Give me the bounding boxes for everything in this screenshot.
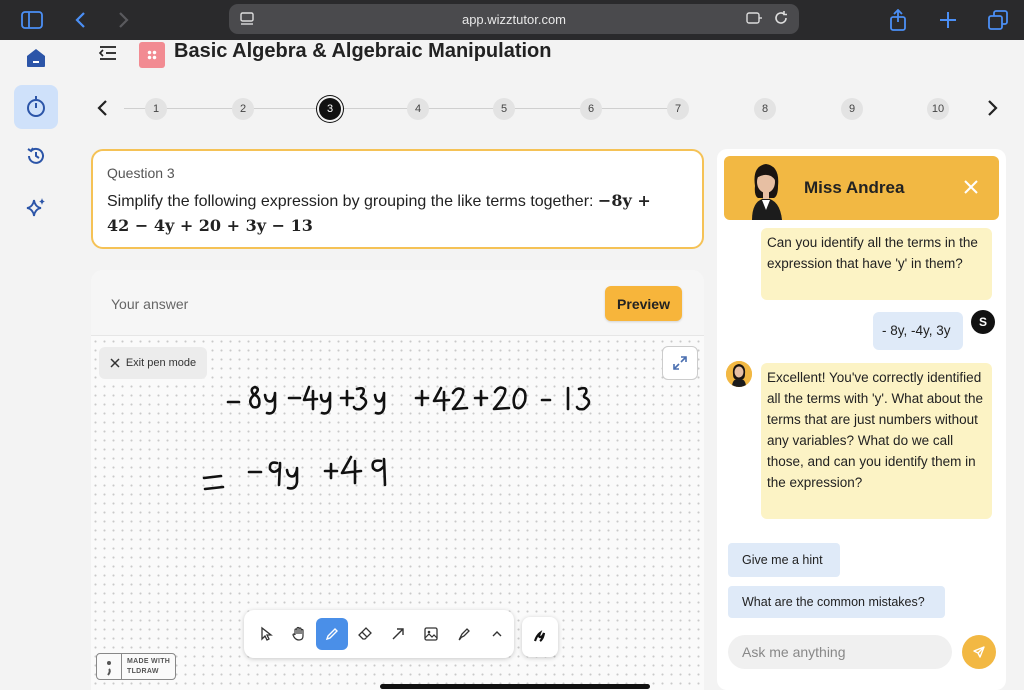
drawing-canvas[interactable]: Exit pen mode MADE WITH TLDRAW: [91, 337, 704, 690]
tutor-avatar: [738, 156, 794, 220]
tutor-small-avatar: [726, 361, 752, 387]
reader-icon[interactable]: [239, 11, 255, 30]
mistakes-suggestion-button[interactable]: What are the common mistakes?: [728, 586, 945, 618]
eraser-icon: [358, 627, 372, 640]
prev-question-icon[interactable]: [96, 98, 108, 124]
history-button[interactable]: [14, 134, 58, 178]
tabs-overview-icon[interactable]: [986, 8, 1010, 32]
question-prompt: Simplify the following expression by gro…: [107, 193, 594, 210]
step-4[interactable]: 4: [407, 98, 429, 120]
more-tools-button[interactable]: [481, 618, 513, 650]
tutor-message-2: Excellent! You've correctly identified a…: [761, 363, 992, 519]
tutor-chat-panel: Miss Andrea Can you identify all the ter…: [717, 149, 1006, 690]
question-expression-part1: −8y +: [597, 191, 651, 210]
question-text: Simplify the following expression by gro…: [107, 189, 688, 239]
eraser-tool-button[interactable]: [349, 618, 381, 650]
stroke-style-button[interactable]: [522, 617, 558, 657]
extension-icon[interactable]: [745, 10, 763, 29]
chevron-up-icon: [492, 631, 502, 637]
question-expression-part2: 42 − 4y + 20 + 3y − 13: [107, 216, 313, 235]
home-indicator: [380, 684, 650, 689]
cursor-icon: [261, 626, 273, 641]
home-icon: [27, 49, 45, 67]
sparkle-icon: [26, 198, 45, 217]
lesson-title: Basic Algebra & Algebraic Manipulation: [174, 40, 552, 62]
step-6[interactable]: 6: [580, 98, 602, 120]
user-message-1-text: - 8y, -4y, 3y: [882, 323, 951, 338]
timer-icon: [27, 96, 45, 117]
lesson-header: Basic Algebra & Algebraic Manipulation: [90, 40, 710, 70]
collapse-menu-icon[interactable]: [98, 44, 118, 67]
tutor-message-1: Can you identify all the terms in the ex…: [761, 228, 992, 300]
chat-header: Miss Andrea: [724, 156, 999, 220]
address-bar[interactable]: app.wizztutor.com: [229, 4, 799, 34]
practice-button[interactable]: [14, 85, 58, 129]
tldraw-badge[interactable]: MADE WITH TLDRAW: [96, 653, 176, 680]
hand-icon: [292, 626, 304, 641]
question-card: Question 3 Simplify the following expres…: [91, 149, 704, 249]
user-avatar: S: [971, 310, 995, 334]
lesson-icon: [139, 42, 165, 68]
answer-panel: Your answer Preview Exit pen mode MADE W…: [91, 270, 704, 690]
highlighter-icon: [458, 628, 470, 641]
share-icon[interactable]: [886, 8, 910, 32]
handwritten-answer: [202, 385, 591, 491]
send-button[interactable]: [962, 635, 996, 669]
app-sidebar: [0, 40, 70, 690]
new-tab-icon[interactable]: [936, 8, 960, 32]
forward-icon[interactable]: [112, 8, 136, 32]
next-question-icon[interactable]: [987, 98, 999, 124]
step-2[interactable]: 2: [232, 98, 254, 120]
chat-input[interactable]: [728, 635, 952, 669]
drawing-toolbar: [244, 610, 514, 658]
step-9[interactable]: 9: [841, 98, 863, 120]
tldraw-text: MADE WITH TLDRAW: [122, 657, 170, 677]
step-7[interactable]: 7: [667, 98, 689, 120]
tutor-name: Miss Andrea: [804, 178, 905, 197]
tldraw-line1: MADE WITH: [127, 657, 171, 665]
sidebar-toggle-icon[interactable]: [20, 8, 44, 32]
url-text: app.wizztutor.com: [461, 11, 567, 27]
tutor-message-2-text: Excellent! You've correctly identified a…: [767, 370, 983, 490]
history-icon: [27, 147, 44, 164]
scribble-icon: [533, 630, 546, 642]
hand-tool-button[interactable]: [283, 618, 315, 650]
pen-tool-button[interactable]: [316, 618, 348, 650]
step-1[interactable]: 1: [145, 98, 167, 120]
user-message-1: - 8y, -4y, 3y: [873, 312, 963, 350]
image-icon: [424, 627, 438, 641]
step-5[interactable]: 5: [493, 98, 515, 120]
pencil-icon: [325, 628, 338, 641]
send-icon: [973, 646, 985, 658]
hint-suggestion-button[interactable]: Give me a hint: [728, 543, 840, 577]
preview-button[interactable]: Preview: [605, 286, 682, 321]
image-tool-button[interactable]: [415, 618, 447, 650]
step-10[interactable]: 10: [927, 98, 949, 120]
arrow-icon: [392, 628, 404, 640]
select-tool-button[interactable]: [250, 618, 282, 650]
answer-label: Your answer: [111, 296, 189, 312]
arrow-tool-button[interactable]: [382, 618, 414, 650]
tldraw-line2: TLDRAW: [127, 667, 159, 675]
step-8[interactable]: 8: [754, 98, 776, 120]
step-3[interactable]: 3: [319, 98, 341, 120]
highlighter-tool-button[interactable]: [448, 618, 480, 650]
question-stepper: 1 2 3 4 5 6 7 8 9 10: [90, 92, 949, 126]
close-chat-icon[interactable]: [962, 178, 980, 201]
tldraw-logo-icon: [107, 661, 111, 676]
back-icon[interactable]: [68, 8, 92, 32]
browser-toolbar: app.wizztutor.com: [0, 0, 1024, 40]
reload-icon[interactable]: [773, 10, 789, 29]
ai-button[interactable]: [14, 186, 58, 230]
home-button[interactable]: [14, 36, 58, 80]
tutor-message-1-text: Can you identify all the terms in the ex…: [767, 235, 978, 271]
answer-header: Your answer Preview: [91, 270, 704, 336]
question-label: Question 3: [107, 165, 175, 181]
